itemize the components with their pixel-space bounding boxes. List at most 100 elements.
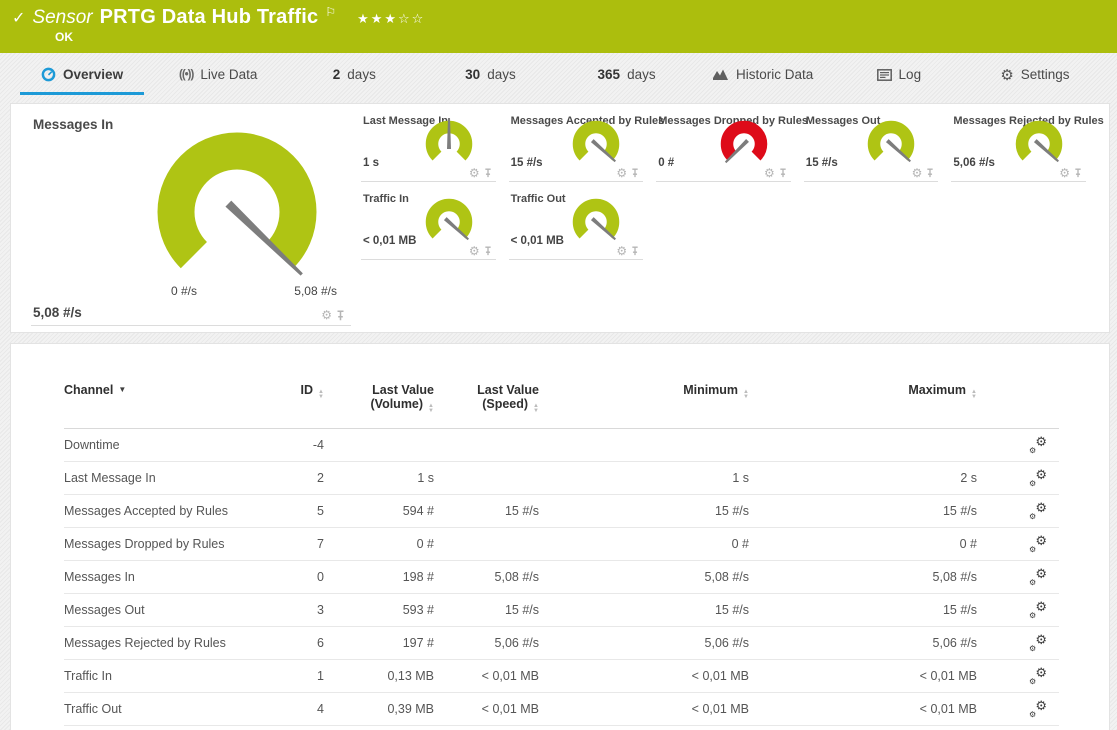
channel-row-messages-in: Messages In0198 #5,08 #/s5,08 #/s5,08 #/… xyxy=(64,561,1059,594)
cell-minimum: 5,08 #/s xyxy=(539,561,749,594)
messages-rejected-by-rules-gauge xyxy=(1012,117,1066,169)
cell-last-value-volume: 197 # xyxy=(324,627,434,660)
tab-label: days xyxy=(347,67,376,82)
tab-historic-data[interactable]: Historic Data xyxy=(701,53,825,95)
sensor-header: ✓ Sensor PRTG Data Hub Traffic ⚐ ★★★☆☆ O… xyxy=(0,0,1117,53)
cell-id: 0 xyxy=(274,561,324,594)
channel-settings-icon[interactable]: ⚙⚙ xyxy=(1029,601,1047,617)
cell-channel: Messages In xyxy=(64,561,274,594)
column-header-minimum[interactable]: Minimum▲▼ xyxy=(539,383,749,429)
tab-label: Log xyxy=(899,67,922,82)
gauge-settings-icon[interactable]: ⚙ xyxy=(912,166,923,180)
small-gauges-grid: Last Message In1 s⚙Messages Accepted by … xyxy=(361,104,1099,332)
cell-minimum: 15 #/s xyxy=(539,495,749,528)
gauge-settings-icon[interactable]: ⚙ xyxy=(469,244,480,258)
gauge-settings-icon[interactable]: ⚙ xyxy=(321,308,332,322)
column-header-last-value-speed[interactable]: Last Value(Speed)▲▼ xyxy=(434,383,539,429)
sort-icon[interactable]: ▲▼ xyxy=(318,390,324,400)
cell-minimum: < 0,01 MB xyxy=(539,693,749,726)
traffic-out-gauge xyxy=(569,195,623,247)
column-header-id[interactable]: ID▲▼ xyxy=(274,383,324,429)
cell-channel: Messages Rejected by Rules xyxy=(64,627,274,660)
cell-actions: ⚙⚙ xyxy=(977,528,1059,561)
cell-minimum xyxy=(539,429,749,462)
channel-settings-icon[interactable]: ⚙⚙ xyxy=(1029,667,1047,683)
settings-icon: ⚙ xyxy=(1000,66,1013,84)
gauge-panel-messages-rejected-by-rules: Messages Rejected by Rules5,06 #/s⚙ xyxy=(951,104,1086,182)
tab-live-data[interactable]: ((•))Live Data xyxy=(156,53,280,95)
pin-icon[interactable] xyxy=(1074,168,1082,178)
gauge-settings-icon[interactable]: ⚙ xyxy=(469,166,480,180)
channel-row-downtime: Downtime-4⚙⚙ xyxy=(64,429,1059,462)
gauge-settings-icon[interactable]: ⚙ xyxy=(1059,166,1070,180)
column-header-maximum[interactable]: Maximum▲▼ xyxy=(749,383,977,429)
cell-maximum: 0 # xyxy=(749,528,977,561)
pin-icon[interactable] xyxy=(336,310,345,321)
tab-2-days[interactable]: 2days xyxy=(292,53,416,95)
pin-icon[interactable] xyxy=(631,168,639,178)
channel-settings-icon[interactable]: ⚙⚙ xyxy=(1029,469,1047,485)
tab-settings[interactable]: ⚙Settings xyxy=(973,53,1097,95)
pin-icon[interactable] xyxy=(779,168,787,178)
pin-icon[interactable] xyxy=(484,246,492,256)
cell-actions: ⚙⚙ xyxy=(977,561,1059,594)
gauge-settings-icon[interactable]: ⚙ xyxy=(616,244,627,258)
tab-log[interactable]: Log xyxy=(837,53,961,95)
gauge-label: Traffic Out xyxy=(511,193,566,205)
cell-last-value-speed xyxy=(434,528,539,561)
channel-row-last-message-in: Last Message In21 s1 s2 s⚙⚙ xyxy=(64,462,1059,495)
gauge-settings-icon[interactable]: ⚙ xyxy=(764,166,775,180)
cell-maximum: < 0,01 MB xyxy=(749,660,977,693)
gauge-current-value: 5,06 #/s xyxy=(953,157,995,169)
tab-overview[interactable]: Overview xyxy=(20,53,144,95)
sort-desc-icon[interactable]: ▼ xyxy=(118,385,126,394)
pin-icon[interactable] xyxy=(631,246,639,256)
historic-icon xyxy=(712,68,729,81)
cell-channel: Messages Dropped by Rules xyxy=(64,528,274,561)
flag-icon[interactable]: ⚐ xyxy=(325,5,336,19)
cell-minimum: 15 #/s xyxy=(539,594,749,627)
gauges-panel: Messages In 0 #/s 5,08 #/s 5,08 #/s ⚙ La… xyxy=(10,103,1110,333)
cell-last-value-speed: < 0,01 MB xyxy=(434,693,539,726)
gauge-settings-icon[interactable]: ⚙ xyxy=(616,166,627,180)
cell-id: 3 xyxy=(274,594,324,627)
channel-settings-icon[interactable]: ⚙⚙ xyxy=(1029,436,1047,452)
sort-icon[interactable]: ▲▼ xyxy=(971,390,977,400)
gauge-current-value: 5,08 #/s xyxy=(33,305,82,320)
gauge-current-value: 1 s xyxy=(363,157,379,169)
gauge-panel-traffic-out: Traffic Out < 0,01 MB ⚙ xyxy=(509,182,644,260)
sort-icon[interactable]: ▲▼ xyxy=(743,390,749,400)
column-label: Channel xyxy=(64,383,113,397)
channel-settings-icon[interactable]: ⚙⚙ xyxy=(1029,502,1047,518)
cell-actions: ⚙⚙ xyxy=(977,495,1059,528)
tab-365-days[interactable]: 365days xyxy=(565,53,689,95)
channel-settings-icon[interactable]: ⚙⚙ xyxy=(1029,700,1047,716)
channel-settings-icon[interactable]: ⚙⚙ xyxy=(1029,634,1047,650)
priority-stars[interactable]: ★★★☆☆ xyxy=(357,11,425,27)
tab-30-days[interactable]: 30days xyxy=(428,53,552,95)
channel-row-messages-rejected-by-rules: Messages Rejected by Rules6197 #5,06 #/s… xyxy=(64,627,1059,660)
messages-dropped-by-rules-gauge xyxy=(717,117,771,169)
gauge-panel-last-message-in: Last Message In1 s⚙ xyxy=(361,104,496,182)
channel-settings-icon[interactable]: ⚙⚙ xyxy=(1029,568,1047,584)
cell-id: 5 xyxy=(274,495,324,528)
pin-icon[interactable] xyxy=(484,168,492,178)
cell-last-value-speed: 15 #/s xyxy=(434,495,539,528)
column-header-last-value-volume[interactable]: Last Value(Volume)▲▼ xyxy=(324,383,434,429)
channel-row-traffic-out: Traffic Out40,39 MB< 0,01 MB< 0,01 MB< 0… xyxy=(64,693,1059,726)
pin-icon[interactable] xyxy=(926,168,934,178)
sort-icon[interactable]: ▲▼ xyxy=(428,404,434,414)
cell-id: 4 xyxy=(274,693,324,726)
last-message-in-gauge xyxy=(422,117,476,169)
cell-id: 6 xyxy=(274,627,324,660)
sort-icon[interactable]: ▲▼ xyxy=(533,404,539,414)
channel-row-traffic-in: Traffic In10,13 MB< 0,01 MB< 0,01 MB< 0,… xyxy=(64,660,1059,693)
cell-maximum: 5,08 #/s xyxy=(749,561,977,594)
gauge-current-value: < 0,01 MB xyxy=(511,235,564,247)
column-header-channel[interactable]: Channel ▼ xyxy=(64,383,274,429)
channel-settings-icon[interactable]: ⚙⚙ xyxy=(1029,535,1047,551)
tab-label: Historic Data xyxy=(736,67,813,82)
gauge-current-value: < 0,01 MB xyxy=(363,235,416,247)
gauge-current-value: 15 #/s xyxy=(511,157,543,169)
tab-label: Overview xyxy=(63,67,123,82)
